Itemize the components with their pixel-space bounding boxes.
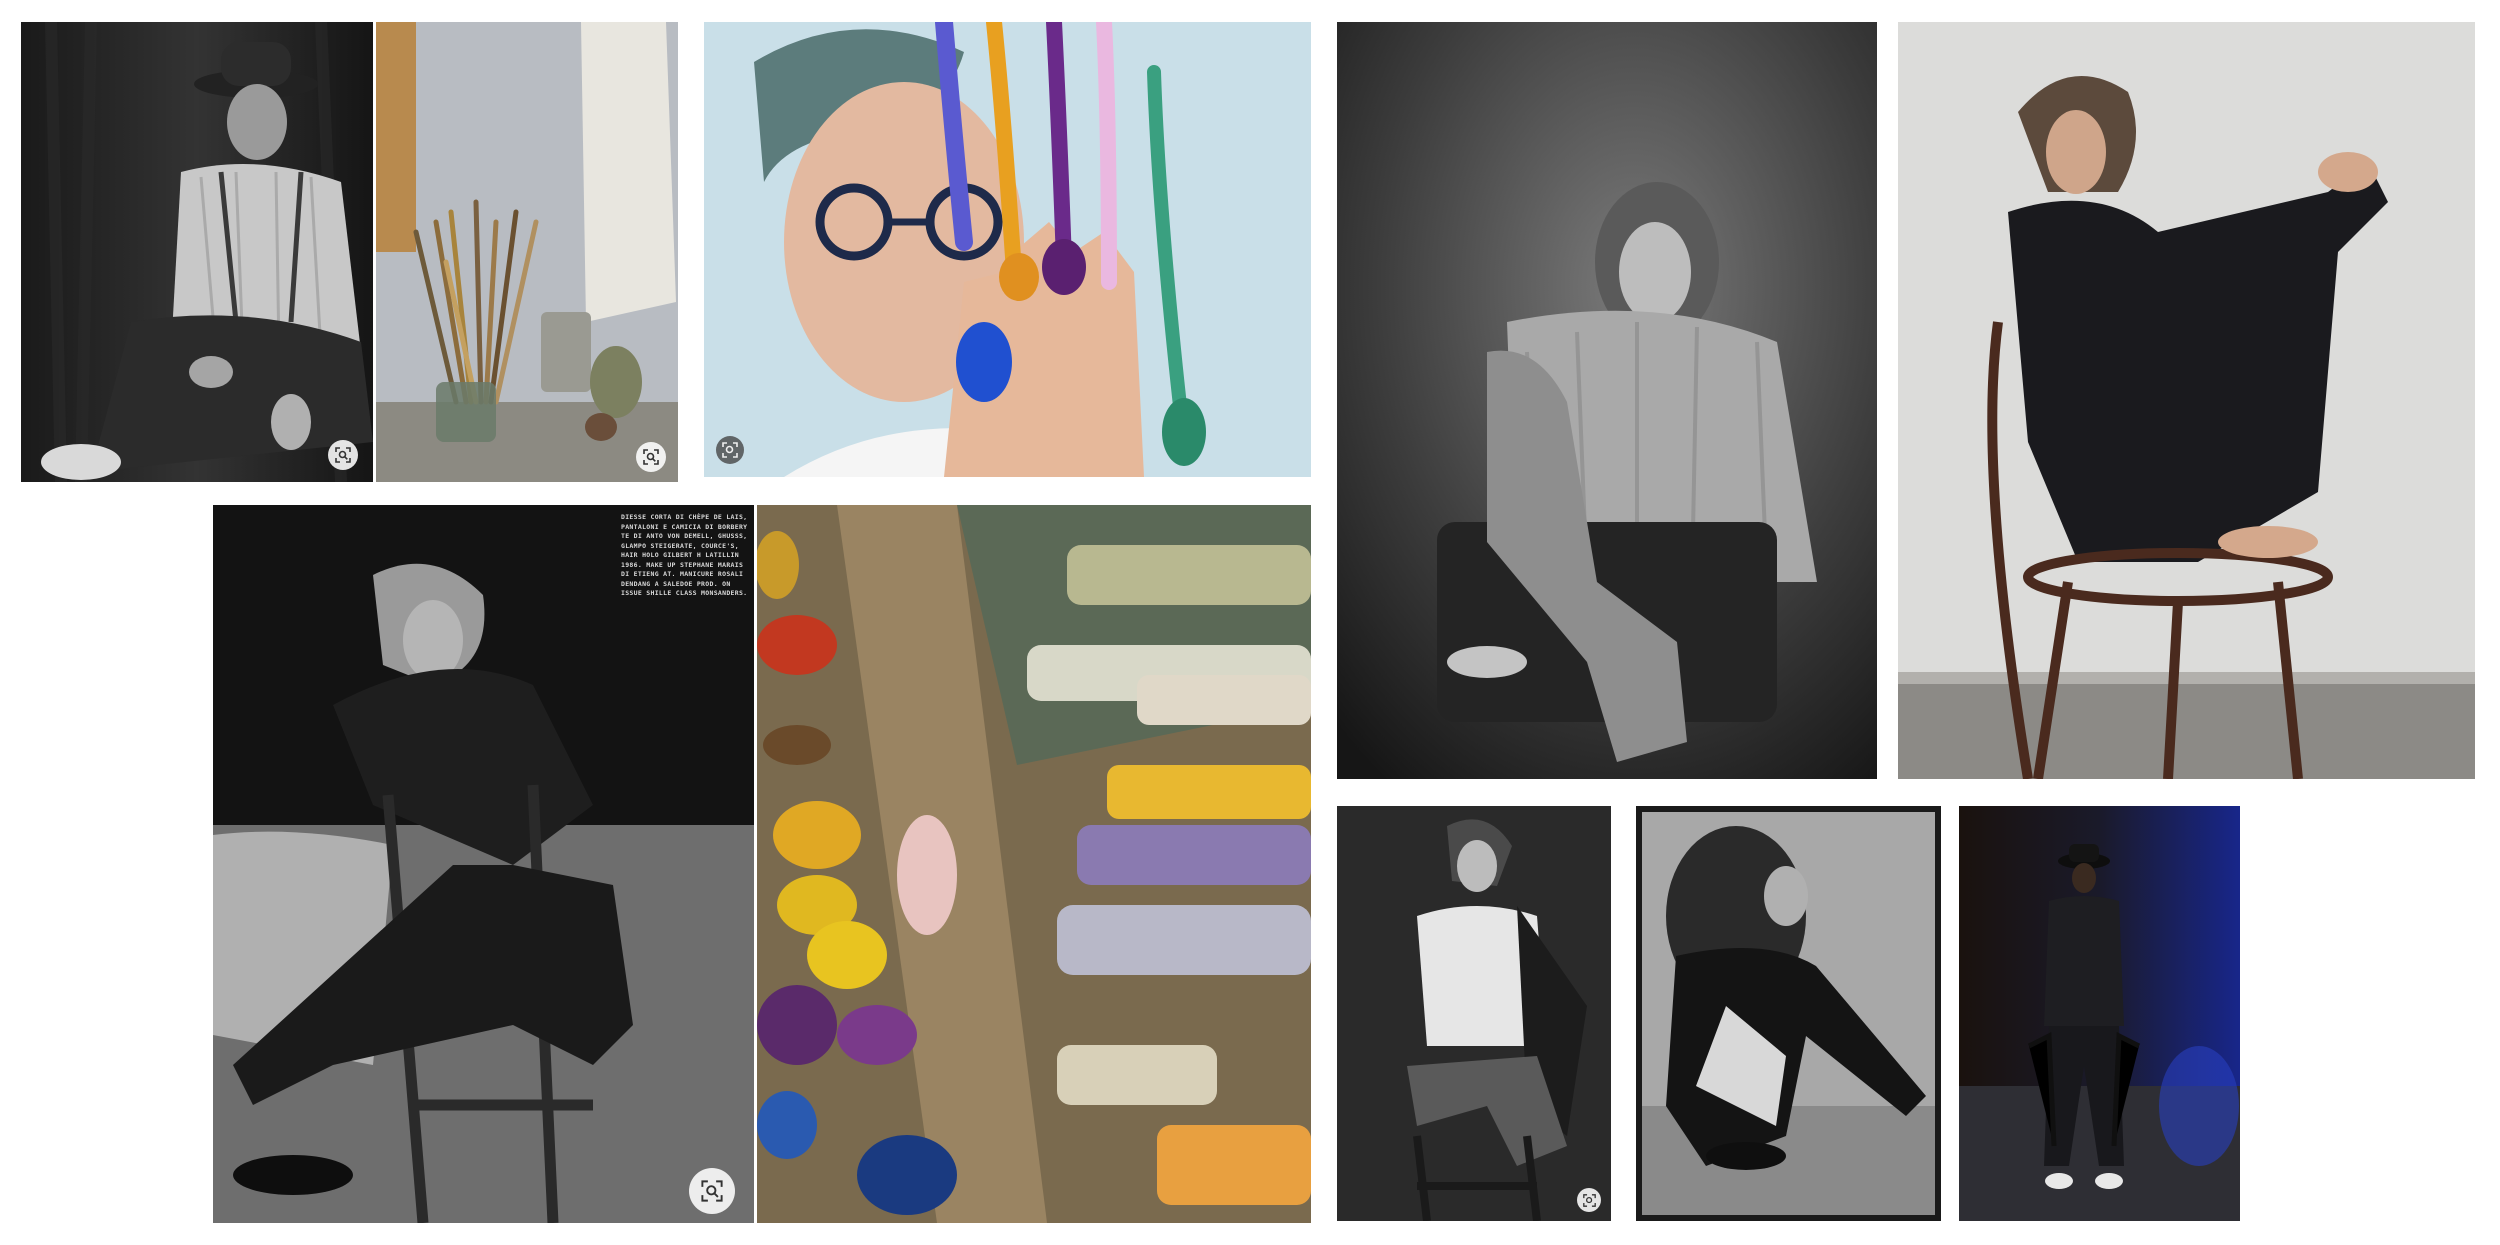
woman-with-curly-hair-crouching[interactable]: [1636, 806, 1941, 1221]
visual-search-icon: [643, 449, 659, 465]
magazine-caption: DIESSE CORTA DI CHÈPE DE LAIS, PANTALONI…: [621, 513, 748, 597]
visual-search-button[interactable]: [328, 440, 358, 470]
visual-search-icon: [335, 447, 351, 463]
oil-paint-palette-tubes[interactable]: [757, 505, 1311, 1223]
bw-man-in-hat-portrait[interactable]: [21, 22, 373, 482]
bw-woman-leaning-on-chair[interactable]: DIESSE CORTA DI CHÈPE DE LAIS, PANTALONI…: [213, 505, 754, 1223]
visual-search-icon: [701, 1180, 723, 1202]
woman-seated-on-stool[interactable]: [1337, 806, 1611, 1221]
visual-search-button[interactable]: [689, 1168, 735, 1214]
visual-search-button[interactable]: [716, 436, 744, 464]
man-in-hat-blue-backdrop[interactable]: [1959, 806, 2240, 1221]
painted-fingers-portrait[interactable]: [704, 22, 1311, 477]
woman-in-sweater-on-chair[interactable]: [1337, 22, 1877, 779]
visual-search-button[interactable]: [1577, 1188, 1601, 1212]
paint-brushes-still-life[interactable]: [376, 22, 678, 482]
woman-in-black-on-bentwood-chair[interactable]: [1898, 22, 2475, 779]
visual-search-icon: [722, 442, 738, 458]
visual-search-button[interactable]: [636, 442, 666, 472]
visual-search-icon: [1582, 1193, 1596, 1207]
